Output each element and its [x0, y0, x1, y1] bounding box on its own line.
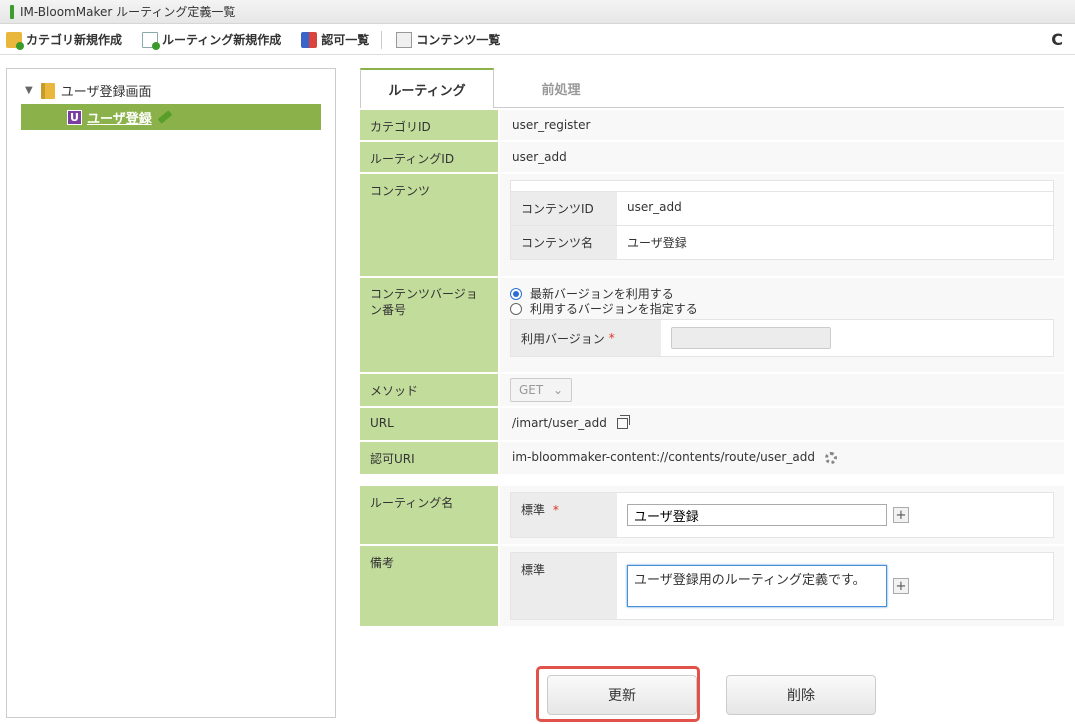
method-label: メソッド — [360, 374, 498, 406]
tree-node-root[interactable]: ▼ ユーザ登録画面 — [25, 81, 151, 100]
row-routing-name: ルーティング名 標準 * + — [360, 486, 1064, 544]
row-routing-id: ルーティングID user_add — [360, 142, 1064, 172]
category-id-value: user_register — [500, 110, 1064, 140]
row-note: 備考 標準 ユーザ登録用のルーティング定義です。 + — [360, 546, 1064, 626]
radio-specify-version[interactable]: 利用するバージョンを指定する — [510, 301, 1054, 316]
contents-id-row: コンテンツID user_add — [511, 191, 1053, 225]
contents-name-value: ユーザ登録 — [617, 226, 1053, 259]
toolbar: カテゴリ新規作成 ルーティング新規作成 認可一覧 コンテンツ一覧 C — [0, 25, 1075, 55]
new-routing-button[interactable]: ルーティング新規作成 — [142, 31, 282, 50]
tab-divider — [494, 107, 1064, 108]
row-contents-version: コンテンツバージョン番号 最新バージョンを利用する 利用するバージョンを指定する… — [360, 278, 1064, 372]
use-version-subtable: 利用バージョン * — [510, 319, 1054, 357]
url-label: URL — [360, 408, 498, 440]
required-mark: * — [608, 331, 615, 345]
routing-name-input[interactable] — [627, 504, 887, 526]
routing-id-value: user_add — [500, 142, 1064, 172]
contents-version-value: 最新バージョンを利用する 利用するバージョンを指定する 利用バージョン * — [500, 278, 1064, 372]
contents-id-value: user_add — [617, 192, 1053, 225]
auth-list-button[interactable]: 認可一覧 — [301, 31, 369, 48]
contents-label: コンテンツ — [360, 174, 498, 276]
note-value-cell: 標準 ユーザ登録用のルーティング定義です。 + — [500, 546, 1064, 626]
use-version-label-cell: 利用バージョン * — [511, 320, 661, 356]
contents-subtable: コンテンツID user_add コンテンツ名 ユーザ登録 — [510, 180, 1054, 260]
copy-icon[interactable] — [616, 415, 630, 429]
row-method: メソッド GET ⌄ — [360, 374, 1064, 406]
contents-version-label: コンテンツバージョン番号 — [360, 278, 498, 372]
expand-arrow-icon[interactable]: ▼ — [25, 85, 33, 96]
contents-id-label: コンテンツID — [511, 192, 617, 225]
contents-value: コンテンツID user_add コンテンツ名 ユーザ登録 — [500, 174, 1064, 276]
routing-name-label: ルーティング名 — [360, 486, 498, 544]
note-textarea[interactable]: ユーザ登録用のルーティング定義です。 — [627, 565, 887, 607]
folder-icon — [40, 82, 55, 99]
use-version-input-cell — [661, 320, 1053, 356]
contents-name-row: コンテンツ名 ユーザ登録 — [511, 225, 1053, 259]
window-title: IM-BloomMaker ルーティング定義一覧 — [20, 5, 236, 19]
routing-name-std-label: 標準 — [521, 503, 546, 517]
contents-list-button[interactable]: コンテンツ一覧 — [396, 31, 500, 48]
toolbar-divider — [381, 30, 383, 49]
user-routing-icon: U — [67, 109, 82, 125]
new-category-label: カテゴリ新規作成 — [26, 33, 123, 47]
method-select-value: GET — [519, 383, 544, 397]
row-url: URL /imart/user_add — [360, 408, 1064, 440]
radio-specify-label: 利用するバージョンを指定する — [530, 302, 698, 316]
contents-name-label: コンテンツ名 — [511, 226, 617, 259]
radio-latest-version[interactable]: 最新バージョンを利用する — [510, 286, 1054, 301]
tab-routing[interactable]: ルーティング — [360, 68, 494, 108]
radio-unchecked-icon[interactable] — [510, 302, 522, 315]
tree-root-label: ユーザ登録画面 — [60, 85, 152, 100]
routing-name-value-cell: 標準 * + — [500, 486, 1064, 544]
app-logo-icon — [10, 4, 14, 19]
refresh-icon[interactable]: C — [1051, 30, 1063, 49]
auth-list-label: 認可一覧 — [321, 33, 370, 47]
auth-uri-value-cell: im-bloommaker-content://contents/route/u… — [500, 442, 1064, 474]
routing-name-std-label-cell: 標準 * — [511, 493, 617, 537]
folder-plus-icon — [6, 31, 24, 50]
tree-selected-label[interactable]: ユーザ登録 — [87, 108, 152, 127]
auth-uri-value: im-bloommaker-content://contents/route/u… — [512, 450, 815, 464]
auth-uri-label: 認可URI — [360, 442, 498, 474]
routing-name-subtable: 標準 * + — [510, 492, 1054, 538]
radio-checked-icon[interactable] — [510, 287, 522, 300]
required-mark: * — [552, 503, 559, 517]
row-category-id: カテゴリID user_register — [360, 110, 1064, 140]
tab-preprocess[interactable]: 前処理 — [494, 68, 628, 108]
use-version-input — [671, 327, 831, 349]
document-plus-icon — [142, 31, 161, 50]
routing-name-input-cell: + — [617, 493, 1053, 537]
chevron-down-icon: ⌄ — [552, 383, 563, 397]
note-label: 備考 — [360, 546, 498, 626]
note-std-label: 標準 — [511, 553, 617, 619]
url-value-cell: /imart/user_add — [500, 408, 1064, 440]
category-id-label: カテゴリID — [360, 110, 498, 140]
delete-button[interactable]: 削除 — [726, 675, 876, 715]
pencil-icon[interactable] — [157, 110, 173, 124]
routing-id-label: ルーティングID — [360, 142, 498, 172]
new-category-button[interactable]: カテゴリ新規作成 — [6, 31, 123, 50]
note-subtable: 標準 ユーザ登録用のルーティング定義です。 + — [510, 552, 1054, 620]
tab-bar: ルーティング 前処理 — [360, 68, 628, 108]
tree-node-selected[interactable]: U ユーザ登録 — [21, 104, 321, 130]
add-language-button[interactable]: + — [893, 507, 909, 523]
tree-panel: ▼ ユーザ登録画面 U ユーザ登録 — [6, 68, 336, 718]
method-select: GET ⌄ — [510, 378, 572, 402]
add-language-button[interactable]: + — [893, 578, 909, 594]
gear-icon[interactable] — [824, 451, 837, 464]
window-titlebar: IM-BloomMaker ルーティング定義一覧 — [0, 0, 1075, 24]
note-input-cell: ユーザ登録用のルーティング定義です。 + — [617, 553, 1053, 619]
row-contents: コンテンツ コンテンツID user_add コンテンツ名 ユーザ登録 — [360, 174, 1064, 276]
row-auth-uri: 認可URI im-bloommaker-content://contents/r… — [360, 442, 1064, 474]
use-version-label: 利用バージョン — [521, 331, 605, 346]
auth-icon — [301, 31, 318, 48]
window-icon — [396, 31, 413, 48]
update-button[interactable]: 更新 — [547, 675, 697, 715]
method-value-cell: GET ⌄ — [500, 374, 1064, 406]
url-value: /imart/user_add — [512, 416, 607, 430]
contents-list-label: コンテンツ一覧 — [416, 33, 501, 47]
new-routing-label: ルーティング新規作成 — [162, 33, 282, 47]
